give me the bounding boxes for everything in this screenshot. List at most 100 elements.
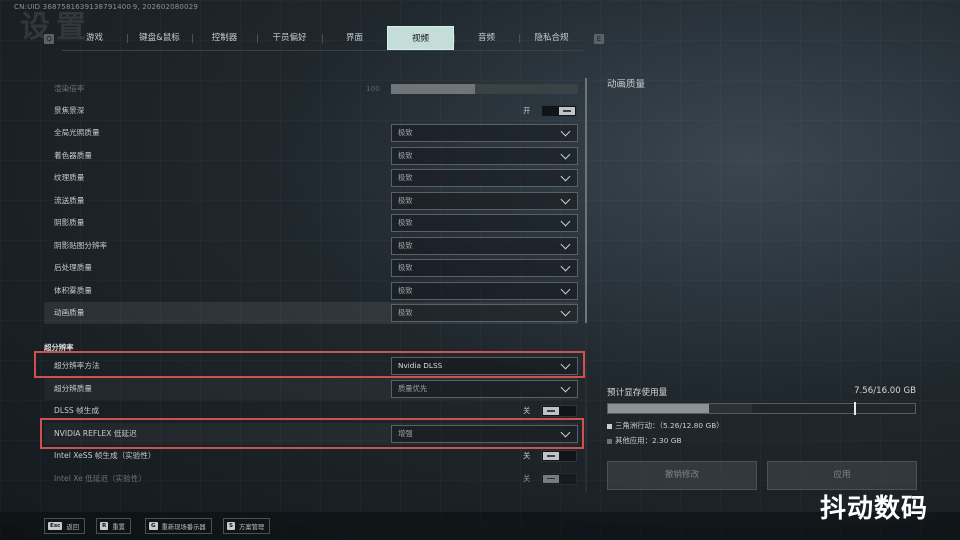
- legend-swatch: [607, 438, 612, 444]
- setting-row-animation-quality: 动画质量 极致: [44, 302, 578, 324]
- settings-scrollbar-thumb[interactable]: [585, 78, 587, 323]
- xess-framegen-toggle[interactable]: [541, 450, 577, 462]
- settings-tabs: 游戏 键盘&鼠标 控制器 干员偏好 界面 视频 音频 隐私合规: [62, 26, 584, 51]
- tab-privacy[interactable]: 隐私合规: [519, 26, 584, 50]
- setting-row-xe-low-latency: Intel Xe 低延迟（实验性） 关: [44, 468, 578, 490]
- apply-button[interactable]: 应用: [767, 461, 917, 490]
- vram-legend-other: 其他应用：2.30 GB: [607, 435, 682, 446]
- footer-back-button[interactable]: Esc 返回: [44, 518, 86, 534]
- depth-of-field-toggle[interactable]: [541, 105, 577, 117]
- vram-legend-game: 三角洲行动：（5.26/12.80 GB）: [607, 420, 724, 431]
- footer-label: 重新现场番示器: [161, 523, 206, 531]
- upscale-quality-dropdown[interactable]: 质量优先: [391, 379, 578, 398]
- dropdown-value: 极致: [398, 173, 413, 182]
- setting-label: 全局光照质量: [54, 128, 100, 137]
- footer-preset-button[interactable]: S 方案管理: [223, 518, 271, 534]
- footer-label: 返回: [66, 523, 80, 531]
- toggle-knob: [559, 107, 575, 115]
- streaming-quality-dropdown[interactable]: 极致: [391, 191, 578, 210]
- tab-controller[interactable]: 控制器: [192, 26, 257, 50]
- toggle-state-text: 开: [523, 106, 531, 115]
- setting-row-depth-of-field: 景焦景深 开: [44, 100, 578, 122]
- shader-quality-dropdown[interactable]: 极致: [391, 146, 578, 165]
- chevron-down-icon: [560, 194, 571, 204]
- chevron-down-icon: [560, 284, 571, 294]
- setting-label: 后处理质量: [54, 263, 92, 272]
- dropdown-value: 极致: [398, 150, 413, 160]
- vram-usage-total: 7.56/16.00 GB: [854, 386, 916, 396]
- toggle-knob: [543, 452, 559, 460]
- key-hint: Esc: [48, 522, 63, 530]
- setting-row-streaming-quality: 流送质量 极致: [44, 190, 578, 212]
- dropdown-value: 极致: [398, 195, 413, 205]
- legend-text: 其他应用：2.30 GB: [615, 436, 682, 445]
- dropdown-value: 极致: [398, 128, 413, 137]
- footer-reset-button[interactable]: R 重置: [96, 518, 131, 534]
- tab-keyboard-mouse[interactable]: 键盘&鼠标: [127, 26, 192, 50]
- dlss-framegen-toggle[interactable]: [541, 405, 577, 417]
- toggle-knob: [543, 407, 559, 415]
- animation-quality-dropdown[interactable]: 极致: [391, 304, 578, 322]
- user-id-text: CN:UID 3687581639138791400 9, 2026020800…: [14, 3, 199, 11]
- dropdown-value: 极致: [398, 240, 413, 250]
- revert-changes-button[interactable]: 撤销修改: [607, 461, 757, 490]
- footer-bar: [0, 512, 960, 540]
- chevron-down-icon: [560, 239, 571, 249]
- setting-label: Intel Xe 低延迟（实验性）: [54, 473, 146, 483]
- tab-video[interactable]: 视频: [387, 26, 454, 50]
- volumetric-fog-dropdown[interactable]: 极致: [391, 281, 578, 300]
- setting-label: 景焦景深: [54, 106, 85, 115]
- setting-label: 体积雾质量: [54, 285, 92, 295]
- shadow-map-res-dropdown[interactable]: 极致: [391, 236, 578, 255]
- footer-monitor-button[interactable]: G 重新现场番示器: [145, 518, 212, 534]
- chevron-down-icon: [560, 149, 571, 159]
- vram-bar-marker: [853, 402, 856, 415]
- legend-swatch: [607, 423, 612, 429]
- watermark-text: 抖动数码: [820, 494, 929, 524]
- toggle-knob: [543, 474, 559, 483]
- setting-label: 渲染倍率: [54, 84, 85, 93]
- tab-interface[interactable]: 界面: [322, 26, 387, 50]
- chevron-down-icon: [560, 126, 571, 137]
- toggle-state-text: 关: [523, 473, 531, 483]
- footer-label: 方案管理: [239, 523, 265, 531]
- xe-low-latency-toggle[interactable]: [541, 472, 577, 485]
- setting-row-post-processing: 后处理质量 极致: [44, 257, 578, 279]
- dropdown-value: 质量优先: [398, 383, 428, 393]
- setting-row-upscale-quality: 超分辨质量 质量优先: [44, 377, 578, 400]
- vram-usage-label: 预计显存使用量: [607, 388, 668, 398]
- post-processing-dropdown[interactable]: 极致: [391, 259, 578, 277]
- chevron-down-icon: [560, 382, 571, 392]
- setting-label: 流送质量: [54, 195, 85, 205]
- render-scale-slider[interactable]: [391, 84, 578, 94]
- tab-audio[interactable]: 音频: [454, 26, 519, 50]
- key-hint: R: [100, 522, 109, 530]
- chevron-down-icon: [560, 261, 571, 272]
- tab-game[interactable]: 游戏: [62, 26, 127, 50]
- footer-label: 重置: [112, 523, 125, 531]
- setting-label: 纹理质量: [54, 173, 85, 182]
- dropdown-value: 极致: [398, 218, 413, 227]
- texture-quality-dropdown[interactable]: 极致: [391, 169, 578, 187]
- tab-next-key-hint[interactable]: E: [594, 34, 604, 44]
- tab-prev-key-hint[interactable]: Q: [44, 34, 54, 44]
- shadow-quality-dropdown[interactable]: 极致: [391, 214, 578, 232]
- setting-row-shadow-quality: 阴影质量 极致: [44, 212, 578, 234]
- dropdown-value: 极致: [398, 263, 413, 272]
- setting-label: 阴影贴图分辨率: [54, 240, 108, 250]
- setting-label: 着色器质量: [54, 150, 92, 160]
- highlight-box-upscale-method: [34, 351, 585, 378]
- chevron-down-icon: [560, 171, 571, 182]
- chevron-down-icon: [560, 216, 571, 227]
- slider-value: 100: [366, 84, 380, 93]
- setting-row-shader-quality: 着色器质量 极致: [44, 145, 578, 167]
- setting-label: 超分辨质量: [54, 383, 92, 393]
- vram-bar-game-fill: [608, 404, 710, 413]
- vram-usage-bar: [607, 402, 916, 415]
- setting-row-volumetric-fog: 体积雾质量 极致: [44, 280, 578, 302]
- legend-text: 三角洲行动：（5.26/12.80 GB）: [615, 421, 724, 430]
- slider-fill: [391, 84, 476, 94]
- gi-quality-dropdown[interactable]: 极致: [391, 124, 578, 142]
- tab-operator-pref[interactable]: 干员偏好: [257, 26, 322, 50]
- setting-row-gi-quality: 全局光照质量 极致: [44, 122, 578, 144]
